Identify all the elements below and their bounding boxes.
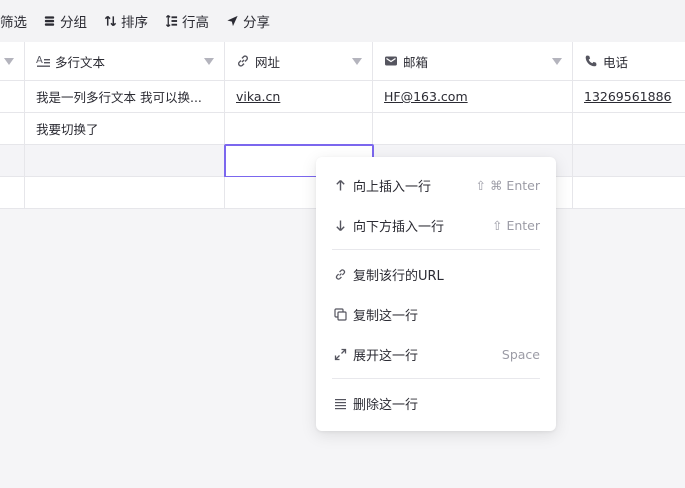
filter-button[interactable]: 筛选 bbox=[0, 0, 27, 42]
menu-label: 删除这一行 bbox=[353, 397, 419, 413]
insert-above-menu-item[interactable]: 向上插入一行 ⇧ ⌘ Enter bbox=[316, 165, 556, 205]
menu-divider bbox=[332, 378, 540, 379]
row-height-icon bbox=[165, 14, 178, 28]
column-header-phone[interactable]: 电话 bbox=[573, 42, 685, 81]
menu-label: 向下方插入一行 bbox=[353, 219, 445, 235]
table-cell[interactable]: 我是一列多行文本 我可以换... bbox=[25, 81, 225, 113]
chevron-down-icon[interactable] bbox=[552, 57, 562, 65]
table-cell[interactable] bbox=[225, 113, 373, 145]
phone-icon bbox=[585, 55, 597, 67]
url-link[interactable]: vika.cn bbox=[225, 89, 280, 104]
mail-icon bbox=[385, 56, 397, 66]
menu-label: 复制该行的URL bbox=[353, 268, 444, 284]
insert-below-menu-item[interactable]: 向下方插入一行 ⇧ Enter bbox=[316, 205, 556, 245]
table-cell[interactable] bbox=[0, 145, 25, 177]
row-height-label: 行高 bbox=[182, 15, 209, 31]
table-cell[interactable]: vika.cn bbox=[225, 81, 373, 113]
table-row[interactable]: 我要切换了 bbox=[0, 113, 685, 145]
delete-lines-icon bbox=[335, 398, 346, 409]
group-button[interactable]: 分组 bbox=[43, 0, 87, 42]
menu-shortcut: Space bbox=[501, 346, 540, 362]
row-context-menu: 向上插入一行 ⇧ ⌘ Enter 向下方插入一行 ⇧ Enter 复制该行的UR… bbox=[316, 157, 556, 431]
copy-url-menu-item[interactable]: 复制该行的URL bbox=[316, 254, 556, 294]
sort-label: 排序 bbox=[121, 15, 148, 31]
arrow-up-icon bbox=[336, 179, 345, 190]
cell-text: 我要切换了 bbox=[36, 122, 99, 137]
table-row[interactable]: 我是一列多行文本 我可以换... vika.cn HF@163.com 1326… bbox=[0, 81, 685, 113]
table-cell[interactable]: 我要切换了 bbox=[25, 113, 225, 145]
menu-label: 展开这一行 bbox=[353, 348, 419, 364]
column-header-prev[interactable] bbox=[0, 42, 25, 81]
view-toolbar: 筛选 分组 排序 行高 分享 bbox=[0, 0, 685, 43]
share-button[interactable]: 分享 bbox=[226, 0, 270, 42]
table-cell[interactable] bbox=[0, 81, 25, 113]
delete-row-menu-item[interactable]: 删除这一行 bbox=[316, 383, 556, 423]
link-icon bbox=[335, 268, 346, 280]
expand-icon bbox=[334, 348, 347, 360]
duplicate-row-menu-item[interactable]: 复制这一行 bbox=[316, 294, 556, 334]
menu-shortcut: ⇧ ⌘ Enter bbox=[475, 177, 540, 193]
column-header-email[interactable]: 邮箱 bbox=[373, 42, 573, 81]
table-cell[interactable] bbox=[25, 145, 225, 177]
menu-shortcut: ⇧ Enter bbox=[492, 217, 540, 233]
group-icon bbox=[44, 16, 55, 26]
menu-label: 向上插入一行 bbox=[353, 179, 432, 195]
column-label: 电话 bbox=[603, 54, 629, 70]
menu-divider bbox=[332, 249, 540, 250]
multiline-text-icon: A bbox=[36, 55, 50, 67]
sort-button[interactable]: 排序 bbox=[104, 0, 148, 42]
email-link[interactable]: HF@163.com bbox=[373, 89, 468, 104]
copy-icon bbox=[334, 307, 347, 321]
table-cell[interactable]: 13269561886 bbox=[573, 81, 685, 113]
column-label: 邮箱 bbox=[403, 54, 429, 70]
column-header-url[interactable]: 网址 bbox=[225, 42, 373, 81]
table-cell[interactable] bbox=[0, 177, 25, 209]
menu-label: 复制这一行 bbox=[353, 308, 419, 324]
table-cell[interactable]: HF@163.com bbox=[373, 81, 573, 113]
phone-link[interactable]: 13269561886 bbox=[573, 89, 671, 104]
table-cell[interactable] bbox=[573, 113, 685, 145]
share-label: 分享 bbox=[243, 15, 270, 31]
filter-label: 筛选 bbox=[0, 15, 27, 31]
send-icon bbox=[227, 15, 238, 27]
chevron-down-icon[interactable] bbox=[204, 57, 214, 65]
cell-text: 我是一列多行文本 我可以换... bbox=[36, 90, 202, 105]
table-cell[interactable] bbox=[25, 177, 225, 209]
table-cell[interactable] bbox=[573, 177, 685, 209]
column-label: 多行文本 bbox=[55, 54, 106, 70]
link-icon bbox=[238, 55, 248, 67]
group-label: 分组 bbox=[60, 15, 87, 31]
expand-row-menu-item[interactable]: 展开这一行 Space bbox=[316, 334, 556, 374]
svg-text:A: A bbox=[36, 55, 43, 66]
table-cell[interactable] bbox=[0, 113, 25, 145]
arrow-down-icon bbox=[336, 220, 345, 231]
chevron-down-icon[interactable] bbox=[4, 57, 14, 65]
table-cell[interactable] bbox=[573, 145, 685, 177]
grid-header: A 多行文本 网址 邮箱 电话 bbox=[0, 42, 685, 81]
chevron-down-icon[interactable] bbox=[352, 57, 362, 65]
row-height-button[interactable]: 行高 bbox=[165, 0, 209, 42]
sort-icon bbox=[104, 15, 117, 27]
column-label: 网址 bbox=[255, 54, 281, 70]
table-cell[interactable] bbox=[373, 113, 573, 145]
column-header-multiline[interactable]: A 多行文本 bbox=[25, 42, 225, 81]
